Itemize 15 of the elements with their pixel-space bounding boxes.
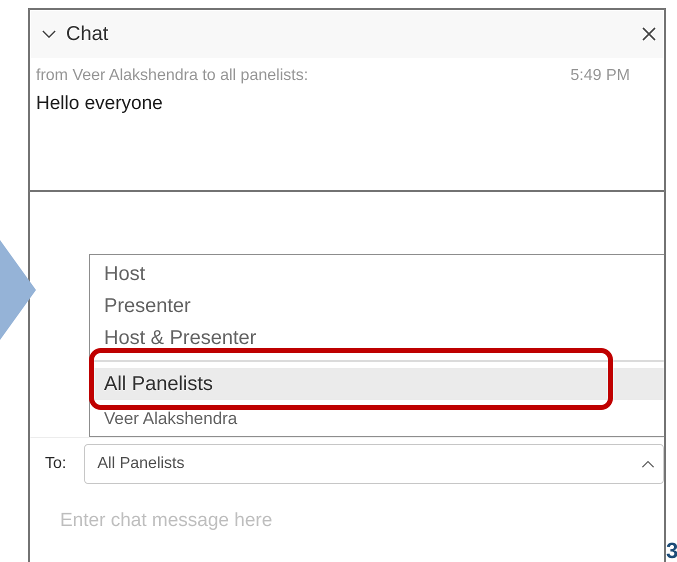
message-sender: from Veer Alakshendra to all panelists: — [36, 66, 308, 86]
recipient-select[interactable]: All Panelists — [84, 444, 664, 484]
collapse-button[interactable] — [42, 30, 56, 38]
to-label: To: — [45, 454, 66, 474]
message-time: 5:49 PM — [570, 66, 630, 86]
close-icon — [642, 27, 656, 41]
menu-item[interactable]: Host & Presenter — [90, 322, 664, 354]
message-field[interactable]: Enter chat message here — [60, 506, 644, 536]
menu-item[interactable]: Veer Alakshendra — [90, 400, 664, 432]
chevron-icon — [641, 460, 655, 468]
chevron-icon — [42, 30, 56, 38]
menu-item[interactable]: Presenter — [90, 290, 664, 322]
menu-item[interactable]: Host — [90, 258, 664, 290]
message-text: Hello everyone — [36, 92, 164, 116]
panel-title: Chat — [66, 22, 108, 47]
